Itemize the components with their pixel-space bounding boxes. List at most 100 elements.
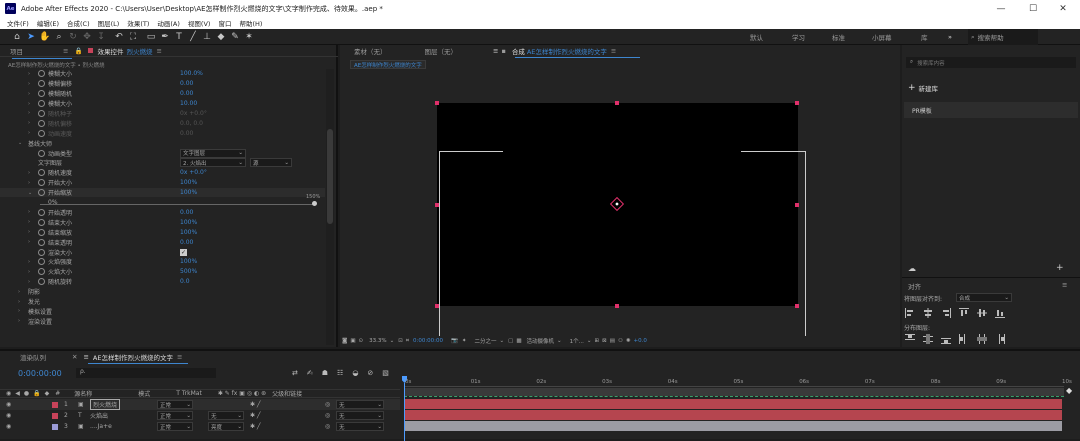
fit-icon[interactable]: ⊡ [398,338,403,344]
panel-menu-icon[interactable]: ≡ [83,353,88,361]
pan-tool-icon[interactable]: ✥ [80,30,94,44]
stopwatch-icon[interactable] [38,218,45,226]
timeline-timecode[interactable]: 0:00:00:00 [18,369,62,378]
stopwatch-icon[interactable] [38,278,45,286]
workspace-learn[interactable]: 学习 [792,29,805,45]
camera-dropdown[interactable]: 活动摄像机 [527,337,555,345]
collapse-chevron-icon[interactable]: › [28,259,30,265]
scrollbar[interactable] [326,69,334,345]
property-value[interactable]: 0.00 [180,80,193,87]
align-top-icon[interactable] [958,307,970,319]
collapse-chevron-icon[interactable]: › [28,101,30,107]
effect-property-row[interactable]: › 随机种子 0x +0.0° [0,109,325,119]
close-button[interactable]: ✕ [1048,0,1078,17]
pen-tool-icon[interactable]: ✒ [158,30,172,44]
align-bottom-icon[interactable] [994,307,1006,319]
slider-knob[interactable] [312,200,317,206]
layer-duration-bar[interactable] [404,399,1062,409]
property-value[interactable]: 500% [180,268,197,275]
tab-composition[interactable]: 合成 [512,46,525,56]
exposure-value[interactable]: +0.0 [633,338,646,344]
stopwatch-icon[interactable] [38,149,45,157]
tab-timeline-comp[interactable]: AE怎样制作烈火燃烧的文字 [93,352,173,362]
stopwatch-icon[interactable] [38,189,45,197]
library-search-input[interactable]: ⌕ 搜索库内容 [906,57,1076,68]
pickwhip-icon[interactable]: ◎ [325,423,330,430]
viewer-timecode[interactable]: 0:00:00:00 [413,338,443,344]
blend-mode-dropdown[interactable]: 正常 ⌄ [157,400,193,409]
effect-property-row[interactable]: › 随机偏移 0.0, 0.0 [0,119,325,129]
effect-property-row[interactable]: › 随机旋转 0.0 [0,277,325,287]
shy-icon[interactable]: ☗ [322,369,328,377]
menu-animation[interactable]: 动画(A) [157,18,180,28]
menu-view[interactable]: 视图(V) [188,18,211,28]
tab-project[interactable]: 项目 [10,46,23,56]
rectangle-tool-icon[interactable]: ▭ [144,30,158,44]
source-name-header[interactable]: 源名称 [74,389,92,398]
trkmat-dropdown[interactable]: 无 ⌄ [208,411,244,420]
effect-property-row[interactable]: › 模拟设置 [0,307,325,317]
eraser-tool-icon[interactable]: ◆ [214,30,228,44]
panel-menu-icon[interactable]: ≡ [177,353,182,361]
distribute-right-icon[interactable] [994,333,1006,345]
timeline-search-input[interactable]: ρ. [76,368,216,378]
layer-switch-icons[interactable]: ✱ ╱ [250,412,261,419]
stopwatch-icon[interactable] [38,179,45,187]
menu-file[interactable]: 文件(F) [7,18,29,28]
chevron-down-icon[interactable]: ⌄ [500,338,505,344]
property-value[interactable]: 100% [180,189,197,196]
timeline-icon[interactable]: ▤ [610,338,615,344]
align-left-icon[interactable] [904,307,916,319]
hand-tool-icon[interactable]: ✋ [38,30,52,44]
bounding-handle[interactable] [795,101,799,105]
panel-menu-icon[interactable]: ≡ [493,47,498,55]
tab-layer[interactable]: 图层（无） [425,46,458,56]
effect-property-row[interactable]: › 模糊大小 100.0% [0,69,325,79]
bounding-handle[interactable] [795,203,799,207]
tab-footage[interactable]: 素材（无） [354,46,387,56]
checkbox[interactable]: ✓ [180,248,187,256]
roto-brush-tool-icon[interactable]: ✎ [228,30,242,44]
show-channel-icon[interactable]: ✦ [462,338,467,344]
collapse-chevron-icon[interactable]: › [28,269,30,275]
parent-dropdown[interactable]: 无 ⌄ [336,400,384,409]
property-value[interactable]: 0.0, 0.0 [180,120,203,127]
collapse-chevron-icon[interactable]: › [28,71,30,77]
collapse-chevron-icon[interactable]: › [28,110,30,116]
glasses-icon[interactable]: ⊙ [359,338,364,344]
property-value[interactable]: 0x +0.0° [180,110,207,117]
home-icon[interactable]: ⌂ [10,30,24,44]
property-dropdown[interactable]: 文字图层 ⌄ [180,148,246,158]
motion-blur-icon[interactable]: ◒ [352,369,358,377]
always-preview-icon[interactable]: ◙ [342,338,347,344]
graph-editor-icon[interactable]: ⊘ [367,369,373,377]
menu-composition[interactable]: 合成(C) [67,18,90,28]
collapse-chevron-icon[interactable]: › [18,318,20,324]
property-value[interactable]: 100% [180,179,197,186]
effect-property-row[interactable]: › 模糊随机 0.00 [0,89,325,99]
lock-icon[interactable]: 🔒 [74,47,82,55]
layer-label-color[interactable] [52,412,58,419]
property-dropdown[interactable]: 源 ⌄ [250,158,292,168]
menu-effect[interactable]: 效果(T) [127,18,149,28]
add-icon[interactable]: + [1056,263,1064,273]
layer-duration-bar[interactable] [404,410,1062,420]
property-value[interactable]: 100% [180,258,197,265]
comp-end-marker-icon[interactable]: ◆ [1066,386,1072,395]
zoom-level[interactable]: 33.3% [369,338,386,344]
frame-blend-icon[interactable]: ☷ [337,369,343,377]
property-value[interactable]: 0.0 [180,278,190,285]
stopwatch-icon[interactable] [38,258,45,266]
library-item[interactable]: PR模板 [904,102,1078,118]
effect-property-row[interactable]: 0% 150% [0,194,325,208]
draft-3d-icon[interactable]: ✍ [307,369,313,377]
expand-chevron-icon[interactable]: ⌄ [28,190,32,196]
orbit-tool-icon[interactable]: ↻ [66,30,80,44]
stopwatch-icon[interactable] [38,119,45,127]
collapse-chevron-icon[interactable]: › [18,308,20,314]
align-vcenter-icon[interactable] [976,307,988,319]
layer-name[interactable]: ....Ja+e [90,423,112,430]
comp-breadcrumb-tab[interactable]: AE怎样制作烈火燃烧的文字 [350,60,426,69]
selection-tool-icon[interactable]: ➤ [24,30,38,44]
collapse-chevron-icon[interactable]: › [18,299,20,305]
